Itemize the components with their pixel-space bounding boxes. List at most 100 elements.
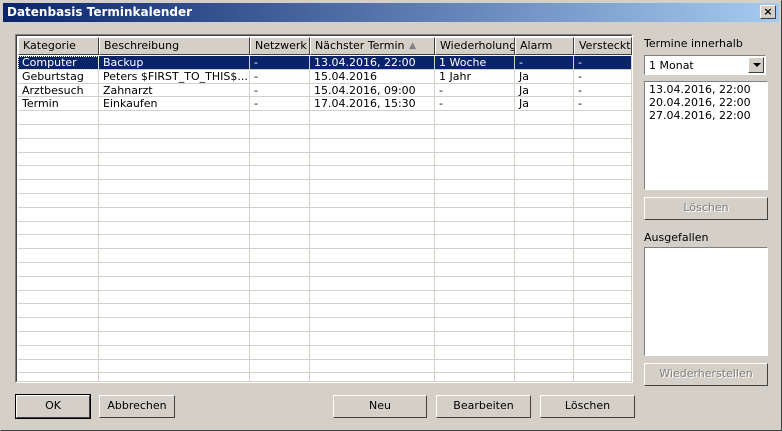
column-header-naechster-termin[interactable]: Nächster Termin ▲ bbox=[310, 37, 435, 55]
empty-table-row bbox=[18, 276, 632, 291]
list-item[interactable]: 27.04.2016, 22:00 bbox=[645, 109, 767, 122]
table-cell bbox=[574, 180, 632, 194]
table-row[interactable]: Termin Einkaufen -17.04.2016, 15:30- Ja - bbox=[18, 97, 632, 112]
table-cell bbox=[435, 304, 515, 319]
sort-ascending-icon: ▲ bbox=[409, 41, 416, 51]
cancelled-listbox[interactable] bbox=[644, 247, 768, 356]
table-cell bbox=[515, 124, 574, 139]
table-cell bbox=[18, 152, 99, 167]
empty-table-row bbox=[18, 249, 632, 263]
edit-button[interactable]: Bearbeiten bbox=[436, 395, 531, 418]
table-cell: Termin bbox=[18, 97, 99, 112]
table-row[interactable]: Arztbesuch Zahnarzt -15.04.2016, 09:00- Ja - bbox=[18, 83, 632, 98]
table-cell bbox=[515, 166, 574, 181]
table-cell bbox=[435, 235, 515, 250]
cancelled-label: Ausgefallen bbox=[644, 231, 709, 244]
table-cell bbox=[574, 193, 632, 208]
restore-button[interactable]: Wiederherstellen bbox=[644, 363, 768, 386]
table-cell bbox=[574, 152, 632, 167]
table-cell bbox=[310, 138, 435, 153]
table-cell bbox=[250, 221, 310, 236]
empty-table-row bbox=[18, 331, 632, 346]
list-item[interactable]: 13.04.2016, 22:00 bbox=[645, 83, 767, 96]
empty-table-row bbox=[18, 180, 632, 194]
table-cell bbox=[574, 304, 632, 319]
table-cell: Ja bbox=[515, 97, 574, 112]
table-cell bbox=[574, 124, 632, 139]
table-cell: Geburtstag bbox=[18, 69, 99, 84]
close-button[interactable]: × bbox=[760, 5, 776, 19]
ok-button[interactable]: OK bbox=[15, 394, 91, 419]
dates-list: 13.04.2016, 22:00 20.04.2016, 22:00 27.04.… bbox=[645, 82, 767, 122]
table-cell bbox=[250, 290, 310, 305]
table-cell bbox=[250, 193, 310, 208]
table-cell bbox=[250, 152, 310, 167]
table-cell bbox=[99, 290, 250, 305]
table-cell bbox=[574, 373, 632, 382]
table-cell bbox=[574, 345, 632, 360]
table-cell bbox=[250, 345, 310, 360]
table-row[interactable]: Geburtstag Peters $FIRST_TO_THIS$... -15.0… bbox=[18, 69, 632, 84]
table-cell bbox=[574, 111, 632, 125]
table-cell bbox=[250, 304, 310, 319]
table-cell bbox=[99, 221, 250, 236]
table-cell bbox=[18, 207, 99, 222]
table-cell bbox=[515, 152, 574, 167]
table-cell bbox=[515, 331, 574, 346]
table-cell bbox=[310, 152, 435, 167]
table-cell: - bbox=[435, 97, 515, 112]
table-cell bbox=[515, 262, 574, 277]
dates-listbox[interactable]: 13.04.2016, 22:00 20.04.2016, 22:00 27.04.… bbox=[644, 81, 768, 190]
table-cell bbox=[18, 262, 99, 277]
cancel-button[interactable]: Abbrechen bbox=[99, 395, 175, 418]
table-cell bbox=[310, 207, 435, 222]
delete-button[interactable]: Löschen bbox=[540, 395, 635, 418]
table-cell bbox=[515, 180, 574, 194]
empty-table-row bbox=[18, 138, 632, 153]
empty-table-row bbox=[18, 152, 632, 167]
table-cell: 15.04.2016 bbox=[310, 69, 435, 84]
table-cell bbox=[310, 345, 435, 360]
table-cell bbox=[574, 207, 632, 222]
table-cell bbox=[250, 207, 310, 222]
table-cell: - bbox=[515, 56, 574, 70]
column-header-label: Kategorie bbox=[23, 39, 76, 52]
column-header-wiederholung[interactable]: Wiederholung bbox=[435, 37, 515, 55]
table-cell bbox=[435, 111, 515, 125]
table-cell bbox=[250, 276, 310, 291]
new-button[interactable]: Neu bbox=[333, 395, 427, 418]
table-cell bbox=[574, 235, 632, 250]
column-header-alarm[interactable]: Alarm bbox=[515, 37, 574, 55]
list-item[interactable]: 20.04.2016, 22:00 bbox=[645, 96, 767, 109]
table-cell bbox=[515, 111, 574, 125]
column-header-label: Wiederholung bbox=[440, 39, 515, 52]
table-cell bbox=[250, 262, 310, 277]
table-cell bbox=[435, 262, 515, 277]
table-cell bbox=[99, 166, 250, 181]
table-row[interactable]: Computer Backup -13.04.2016, 22:00 1 Woche -… bbox=[18, 56, 632, 70]
table-cell bbox=[310, 276, 435, 291]
table-cell bbox=[18, 331, 99, 346]
column-header-kategorie[interactable]: Kategorie bbox=[18, 37, 99, 55]
appointment-table[interactable]: Kategorie Beschreibung Netzwerk Nächster… bbox=[15, 34, 633, 383]
column-header-versteckt[interactable]: Versteckt bbox=[574, 37, 632, 55]
range-select[interactable]: 1 Monat bbox=[644, 55, 766, 75]
table-cell bbox=[18, 138, 99, 153]
column-header-beschreibung[interactable]: Beschreibung bbox=[99, 37, 250, 55]
table-cell: - bbox=[574, 83, 632, 98]
range-label: Termine innerhalb bbox=[644, 37, 743, 50]
table-cell bbox=[310, 359, 435, 374]
chevron-down-icon[interactable] bbox=[748, 57, 764, 73]
table-cell bbox=[99, 304, 250, 319]
table-cell: - bbox=[574, 56, 632, 70]
table-cell bbox=[435, 180, 515, 194]
empty-table-row bbox=[18, 124, 632, 139]
title-bar[interactable]: Datenbasis Terminkalender × bbox=[3, 3, 779, 22]
delete-date-button[interactable]: Löschen bbox=[644, 197, 768, 220]
column-header-netzwerk[interactable]: Netzwerk bbox=[250, 37, 310, 55]
table-cell: - bbox=[250, 83, 310, 98]
table-cell bbox=[574, 262, 632, 277]
table-cell bbox=[250, 166, 310, 181]
column-header-label: Alarm bbox=[520, 39, 553, 52]
table-cell: 1 Jahr bbox=[435, 69, 515, 84]
